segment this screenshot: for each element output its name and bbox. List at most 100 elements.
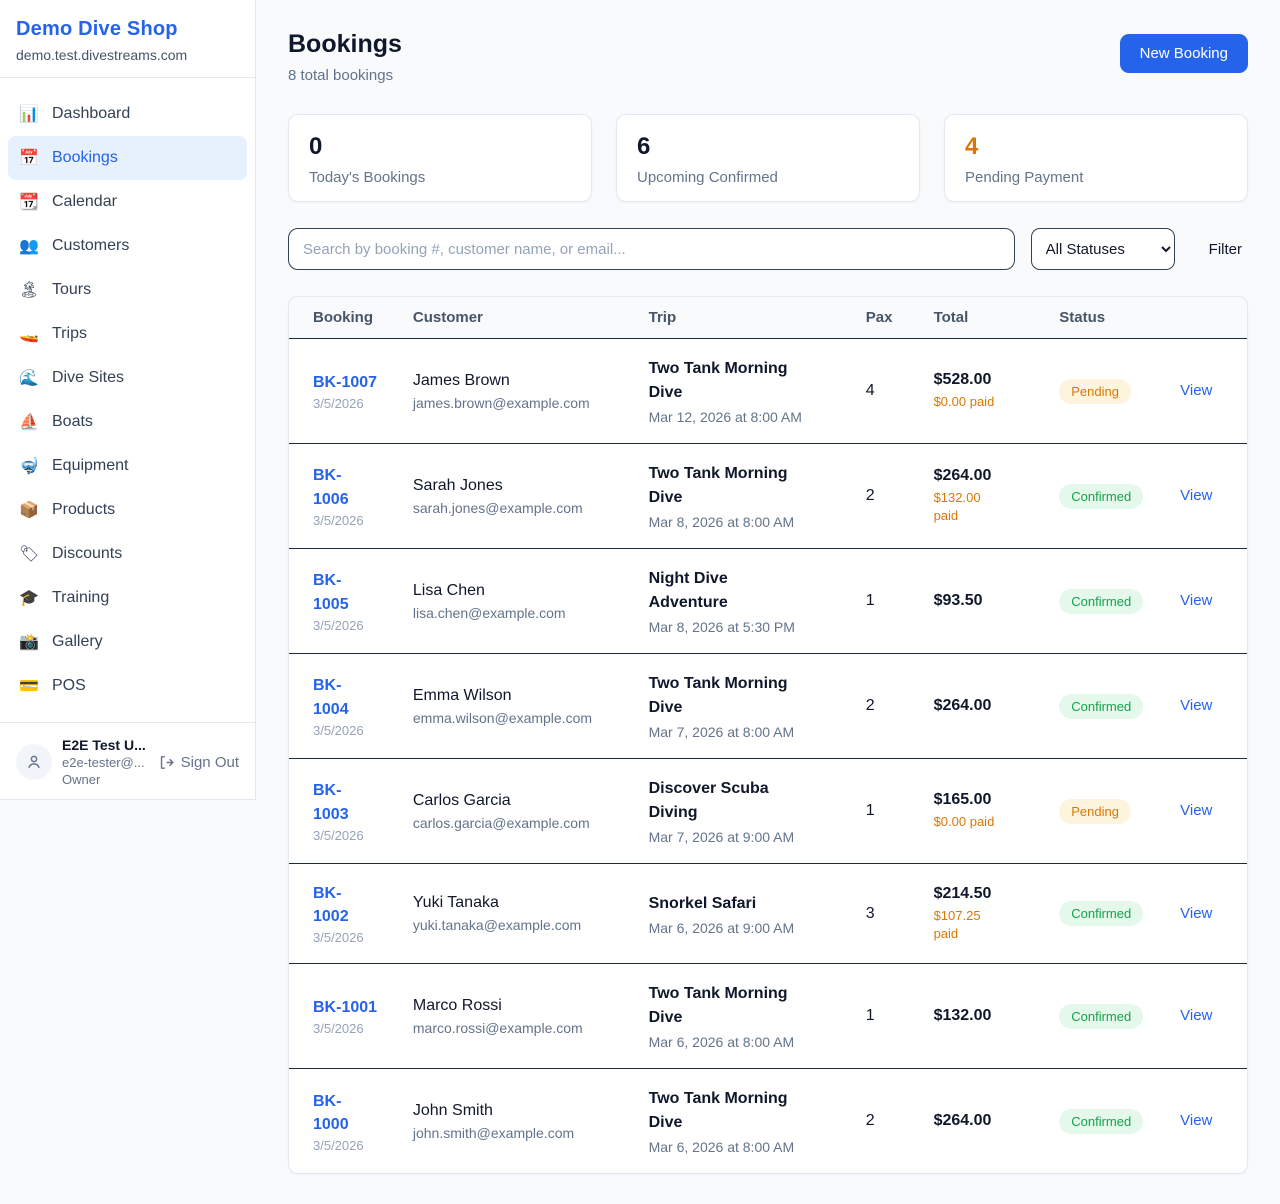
stat-card-pending-payment: 4 Pending Payment	[944, 114, 1248, 202]
customer-name: Lisa Chen	[413, 582, 625, 600]
trip-name: Two Tank Morning Dive	[649, 357, 809, 405]
sign-out-icon	[158, 754, 175, 771]
sidebar-item-dashboard[interactable]: 📊 Dashboard	[8, 92, 247, 136]
view-link[interactable]: View	[1180, 382, 1212, 399]
user-icon	[25, 753, 43, 771]
sidebar-item-label: Products	[52, 501, 115, 519]
sidebar-item-tours[interactable]: 🏝 Tours	[8, 268, 247, 312]
booking-id-link[interactable]: BK- 1000	[313, 1090, 349, 1136]
dashboard-icon: 📊	[18, 104, 40, 124]
column-header-booking: Booking	[289, 297, 401, 339]
credit-card-icon: 💳	[18, 676, 40, 696]
table-row: BK- 1005 3/5/2026 Lisa Chen lisa.chen@exam…	[289, 549, 1247, 654]
user-name: E2E Test U...	[62, 737, 148, 753]
sign-out-button[interactable]: Sign Out	[158, 754, 239, 771]
booking-id-link[interactable]: BK- 1005	[313, 569, 349, 615]
trip-name: Two Tank Morning Dive	[649, 982, 809, 1030]
table-header-row: Booking Customer Trip Pax Total Status	[289, 297, 1247, 339]
bookings-table-card: Booking Customer Trip Pax Total Status B…	[288, 296, 1248, 1174]
sidebar-nav: 📊 Dashboard 📅 Bookings 📆 Calendar 👥 Cust…	[0, 78, 255, 722]
page-subtitle: 8 total bookings	[288, 67, 402, 84]
table-row: BK- 10063/5/2026 Sarah Jonessarah.jones@…	[289, 444, 1247, 549]
booking-id-link[interactable]: BK- 1006	[313, 464, 349, 510]
column-header-trip: Trip	[637, 297, 854, 339]
page-header: Bookings 8 total bookings New Booking	[288, 30, 1248, 84]
view-link[interactable]: View	[1180, 1112, 1212, 1129]
booking-id-link[interactable]: BK-1007	[313, 371, 377, 394]
shop-domain: demo.test.divestreams.com	[16, 47, 239, 63]
status-badge: Confirmed	[1059, 589, 1143, 614]
sidebar-item-label: Dashboard	[52, 105, 130, 123]
status-badge: Confirmed	[1059, 1004, 1143, 1029]
search-input[interactable]	[288, 228, 1015, 270]
sidebar-item-dive-sites[interactable]: 🌊 Dive Sites	[8, 356, 247, 400]
status-badge: Confirmed	[1059, 484, 1143, 509]
sidebar-item-boats[interactable]: ⛵ Boats	[8, 400, 247, 444]
avatar	[16, 744, 52, 780]
sidebar-item-products[interactable]: 📦 Products	[8, 488, 247, 532]
paid-amount: $0.00 paid	[934, 813, 1006, 831]
trip-date: Mar 8, 2026 at 5:30 PM	[649, 619, 842, 635]
filter-controls: All Statuses Filter	[288, 228, 1248, 270]
status-badge: Pending	[1059, 379, 1131, 404]
sidebar-item-label: Dive Sites	[52, 369, 124, 387]
customer-email: lisa.chen@example.com	[413, 605, 625, 621]
status-filter-select[interactable]: All Statuses	[1031, 228, 1175, 270]
column-header-pax: Pax	[854, 297, 922, 339]
customer-email: john.smith@example.com	[413, 1125, 625, 1141]
sidebar-item-calendar[interactable]: 📆 Calendar	[8, 180, 247, 224]
sidebar-item-pos[interactable]: 💳 POS	[8, 664, 247, 708]
sailboat-icon: ⛵	[18, 412, 40, 432]
pax-count: 1	[854, 964, 922, 1069]
status-badge: Confirmed	[1059, 901, 1143, 926]
user-info: E2E Test U... e2e-tester@... Owner	[62, 737, 148, 787]
sign-out-label: Sign Out	[181, 754, 239, 771]
column-header-status: Status	[1047, 297, 1168, 339]
table-row: BK-10013/5/2026 Marco Rossimarco.rossi@e…	[289, 964, 1247, 1069]
view-link[interactable]: View	[1180, 802, 1212, 819]
booking-id-link[interactable]: BK- 1002	[313, 882, 349, 928]
booking-date: 3/5/2026	[313, 828, 389, 843]
view-link[interactable]: View	[1180, 487, 1212, 504]
stat-label: Today's Bookings	[309, 169, 571, 186]
table-row: BK- 10033/5/2026 Carlos Garciacarlos.gar…	[289, 759, 1247, 864]
total-amount: $214.50	[934, 885, 1036, 903]
view-link[interactable]: View	[1180, 592, 1212, 609]
shop-name: Demo Dive Shop	[16, 18, 239, 41]
trip-name: Night Dive Adventure	[649, 567, 809, 615]
sidebar-item-training[interactable]: 🎓 Training	[8, 576, 247, 620]
view-link[interactable]: View	[1180, 905, 1212, 922]
sidebar-item-equipment[interactable]: 🤿 Equipment	[8, 444, 247, 488]
total-amount: $165.00	[934, 791, 1036, 809]
table-row: BK- 10043/5/2026 Emma Wilsonemma.wilson@…	[289, 654, 1247, 759]
sidebar-item-label: Calendar	[52, 193, 117, 211]
sidebar-item-trips[interactable]: 🚤 Trips	[8, 312, 247, 356]
sidebar-item-customers[interactable]: 👥 Customers	[8, 224, 247, 268]
customer-name: Carlos Garcia	[413, 792, 625, 810]
sidebar-item-bookings[interactable]: 📅 Bookings	[8, 136, 247, 180]
booking-id-link[interactable]: BK-1001	[313, 996, 377, 1019]
sidebar-item-label: Bookings	[52, 149, 118, 167]
view-link[interactable]: View	[1180, 697, 1212, 714]
view-link[interactable]: View	[1180, 1007, 1212, 1024]
stat-card-todays-bookings: 0 Today's Bookings	[288, 114, 592, 202]
diving-mask-icon: 🤿	[18, 456, 40, 476]
booking-id-link[interactable]: BK- 1004	[313, 674, 349, 720]
booking-date: 3/5/2026	[313, 618, 389, 633]
new-booking-button[interactable]: New Booking	[1120, 34, 1248, 73]
total-amount: $264.00	[934, 697, 1036, 715]
trip-name: Discover Scuba Diving	[649, 777, 809, 825]
sidebar-item-discounts[interactable]: 🏷 Discounts	[8, 532, 247, 576]
sidebar-footer: E2E Test U... e2e-tester@... Owner Sign …	[0, 722, 255, 801]
pax-count: 1	[854, 759, 922, 864]
user-email: e2e-tester@...	[62, 755, 148, 770]
booking-id-link[interactable]: BK- 1003	[313, 779, 349, 825]
customer-name: Emma Wilson	[413, 687, 625, 705]
sidebar-item-gallery[interactable]: 📸 Gallery	[8, 620, 247, 664]
filter-button[interactable]: Filter	[1209, 241, 1242, 258]
booking-date: 3/5/2026	[313, 723, 389, 738]
trip-name: Two Tank Morning Dive	[649, 462, 809, 510]
camera-icon: 📸	[18, 632, 40, 652]
calendar-date-icon: 📅	[18, 148, 40, 168]
sidebar-item-label: Equipment	[52, 457, 129, 475]
